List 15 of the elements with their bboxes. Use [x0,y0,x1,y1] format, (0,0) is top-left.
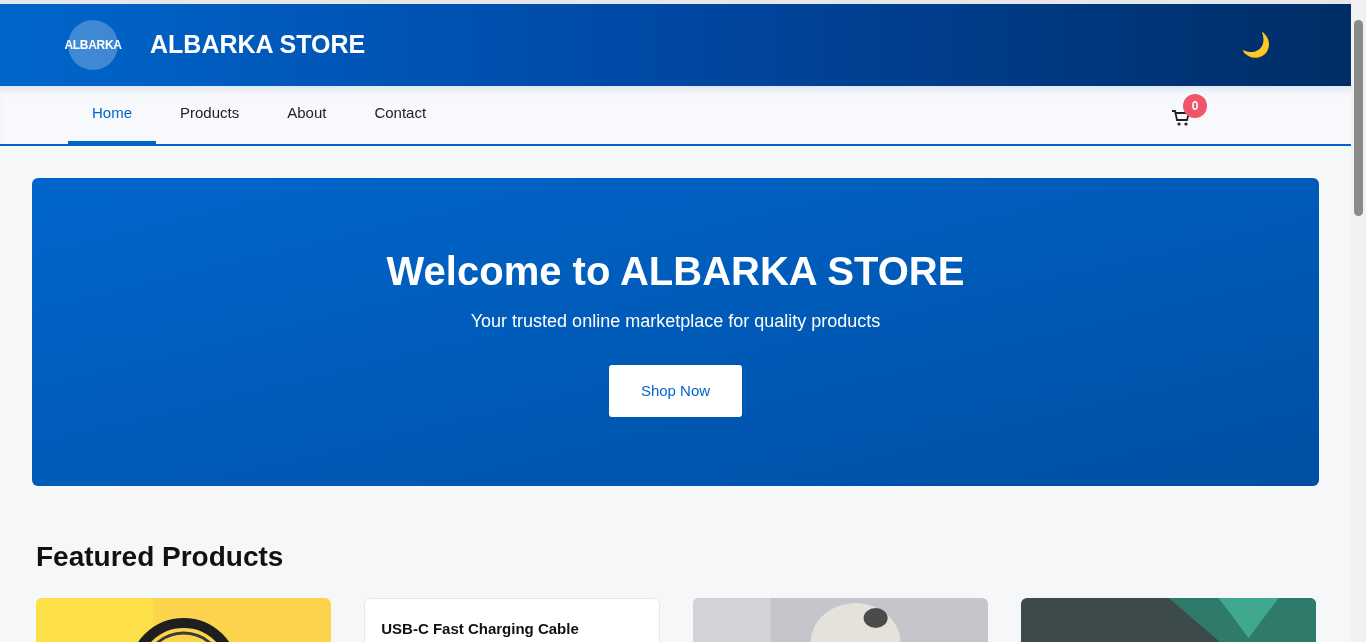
cart-icon[interactable] [1171,109,1191,127]
nav-tab[interactable]: Products [156,86,264,144]
section-title: Featured Products [36,540,285,574]
cart-count-badge: 0 [1183,94,1207,118]
shop-now-button[interactable]: Shop Now [608,365,743,417]
hero-subtitle: Your trusted online marketplace for quality products [470,310,881,333]
theme-toggle-button[interactable]: 🌙 [1241,33,1271,57]
nav-tab[interactable]: Home [68,86,156,144]
product-card[interactable]: USB-C Fast Charging Cable [364,598,660,642]
nav-tab[interactable]: Contact [350,86,451,144]
scrollbar[interactable] [1351,0,1366,642]
hero-title: Welcome to ALBARKA STORE [386,248,965,295]
nav-tab[interactable]: About [263,86,351,144]
store-title: ALBARKA STORE [150,29,366,61]
product-name: USB-C Fast Charging Cable [381,620,579,637]
